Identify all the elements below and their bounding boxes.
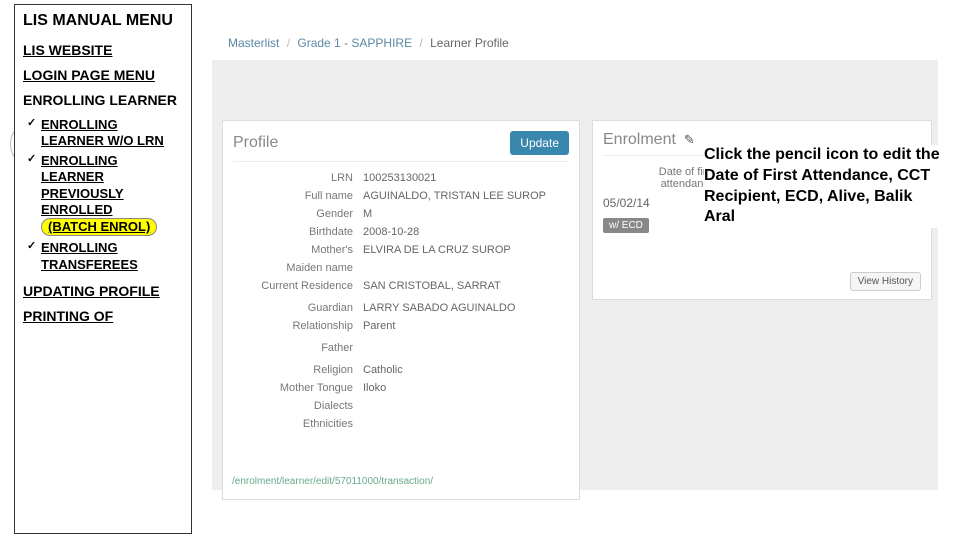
breadcrumb-sep: / — [419, 36, 422, 50]
enrolment-title: Enrolment — [603, 131, 676, 149]
breadcrumb-sep: / — [287, 36, 290, 50]
first-attendance-value: 05/02/14 — [603, 196, 650, 210]
update-button[interactable]: Update — [510, 131, 569, 155]
check-icon: ✓ — [27, 117, 36, 131]
lrn-label: LRN — [233, 172, 363, 184]
fullname-value: AGUINALDO, TRISTAN LEE SUROP — [363, 190, 569, 202]
ecd-badge: w/ ECD — [603, 218, 649, 233]
residence-label: Current Residence — [233, 280, 363, 292]
tongue-label: Mother Tongue — [233, 382, 363, 394]
sidebar-item-label: ENROLLING LEARNER PREVIOUSLY ENROLLED — [41, 153, 124, 217]
sidebar-link-printing[interactable]: PRINTING OF — [23, 308, 183, 325]
sidebar-head-enrolling: ENROLLING LEARNER — [23, 92, 183, 109]
gender-value: M — [363, 208, 569, 220]
gender-label: Gender — [233, 208, 363, 220]
guardian-label: Guardian — [233, 302, 363, 314]
ethnicities-label: Ethnicities — [233, 418, 363, 430]
residence-value: SAN CRISTOBAL, SARRAT — [363, 280, 569, 292]
sidebar-link-updating[interactable]: UPDATING PROFILE — [23, 283, 183, 300]
birthdate-label: Birthdate — [233, 226, 363, 238]
pencil-icon[interactable]: ✎ — [684, 132, 695, 148]
sidebar-item-label: ENROLLING LEARNER W/O LRN — [41, 117, 164, 148]
sidebar-title: LIS MANUAL MENU — [23, 11, 183, 30]
maiden-label: Maiden name — [233, 262, 363, 274]
main-area: Masterlist / Grade 1 - SAPPHIRE / Learne… — [200, 0, 952, 540]
profile-card: Profile Update LRN100253130021 Full name… — [222, 120, 580, 500]
breadcrumb-current: Learner Profile — [430, 36, 509, 50]
sidebar-item-enrol-batch[interactable]: ✓ ENROLLING LEARNER PREVIOUSLY ENROLLED … — [27, 153, 183, 236]
lrn-value: 100253130021 — [363, 172, 569, 184]
check-icon: ✓ — [27, 240, 36, 254]
mother-label: Mother's — [233, 244, 363, 256]
ethnicities-value — [363, 418, 569, 430]
annotation-callout: Click the pencil icon to edit the Date o… — [704, 145, 942, 228]
breadcrumb: Masterlist / Grade 1 - SAPPHIRE / Learne… — [228, 36, 509, 50]
sidebar-item-label: ENROLLING TRANSFEREES — [41, 240, 138, 271]
mother-value: ELVIRA DE LA CRUZ SUROP — [363, 244, 569, 256]
profile-title: Profile — [233, 134, 278, 152]
dialects-label: Dialects — [233, 400, 363, 412]
sidebar-item-highlight: (BATCH ENROL) — [41, 218, 157, 236]
view-history-button[interactable]: View History — [850, 272, 921, 291]
dialects-value — [363, 400, 569, 412]
sidebar-item-enrol-wo-lrn[interactable]: ✓ ENROLLING LEARNER W/O LRN — [27, 117, 183, 150]
sidebar-link-website[interactable]: LIS WEBSITE — [23, 42, 183, 59]
relationship-label: Relationship — [233, 320, 363, 332]
sidebar-link-login[interactable]: LOGIN PAGE MENU — [23, 67, 183, 84]
father-value — [363, 342, 569, 354]
birthdate-value: 2008-10-28 — [363, 226, 569, 238]
relationship-value: Parent — [363, 320, 569, 332]
sidebar: LIS MANUAL MENU LIS WEBSITE LOGIN PAGE M… — [14, 4, 192, 534]
father-label: Father — [233, 342, 363, 354]
sidebar-item-enrol-transferees[interactable]: ✓ ENROLLING TRANSFEREES — [27, 240, 183, 273]
fullname-label: Full name — [233, 190, 363, 202]
url-bar: /enrolment/learner/edit/57011000/transac… — [232, 476, 433, 487]
panel-background: Profile Update LRN100253130021 Full name… — [212, 60, 938, 490]
check-icon: ✓ — [27, 153, 36, 167]
tongue-value: Iloko — [363, 382, 569, 394]
maiden-value — [363, 262, 569, 274]
religion-label: Religion — [233, 364, 363, 376]
religion-value: Catholic — [363, 364, 569, 376]
guardian-value: LARRY SABADO AGUINALDO — [363, 302, 569, 314]
breadcrumb-grade[interactable]: Grade 1 - SAPPHIRE — [297, 36, 412, 50]
breadcrumb-masterlist[interactable]: Masterlist — [228, 36, 279, 50]
